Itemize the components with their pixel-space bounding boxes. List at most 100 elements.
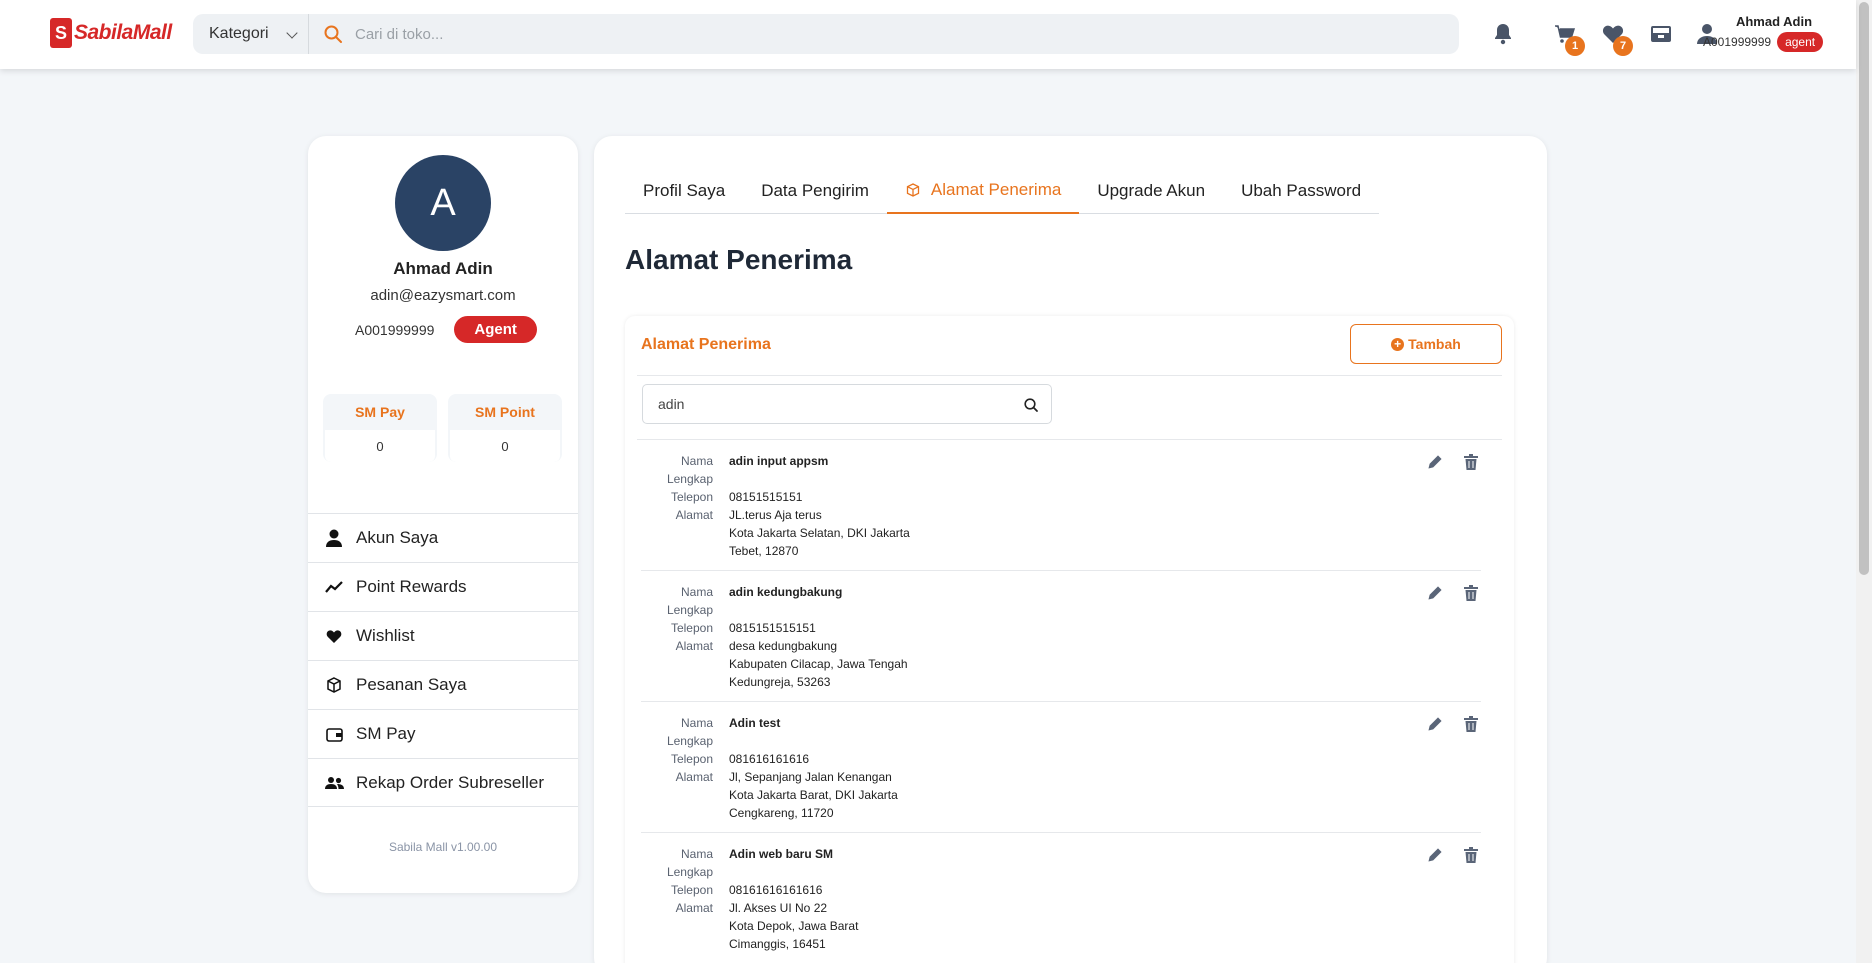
menu-item-akun-saya[interactable]: Akun Saya [308, 513, 578, 562]
search-icon[interactable] [1023, 397, 1039, 413]
global-search-bar: Kategori [193, 14, 1459, 54]
menu-item-wishlist[interactable]: Wishlist [308, 611, 578, 660]
box-icon [906, 183, 920, 197]
profile-role-badge: Agent [454, 316, 537, 343]
delete-trash-icon[interactable] [1461, 583, 1481, 603]
logo-mark: S [50, 18, 72, 48]
menu-item-sm-pay[interactable]: SM Pay [308, 709, 578, 758]
menu-item-label: Pesanan Saya [356, 675, 467, 694]
tab-data-pengirim[interactable]: Data Pengirim [743, 168, 887, 214]
address-line3: Cengkareng, 11720 [729, 806, 834, 820]
user-account-summary[interactable]: Ahmad Adin A001999999 agent [1703, 14, 1825, 52]
address-line1: desa kedungbakung [729, 639, 838, 653]
profile-tabs: Profil Saya Data Pengirim Alamat Penerim… [625, 168, 1380, 214]
tab-upgrade-akun[interactable]: Upgrade Akun [1079, 168, 1223, 214]
wishlist-heart-icon[interactable]: 7 [1599, 20, 1633, 56]
search-icon[interactable] [323, 24, 343, 44]
add-address-label: Tambah [1408, 336, 1461, 352]
recipient-name: adin kedungbakung [729, 585, 843, 599]
address-label: Alamat [675, 770, 713, 784]
cart-count-badge: 1 [1565, 36, 1585, 56]
header-user-name: Ahmad Adin [1735, 14, 1813, 29]
wallet-icon [324, 724, 344, 744]
menu-item-label: SM Pay [356, 724, 416, 743]
page-scrollbar[interactable] [1856, 0, 1872, 963]
address-item: Nama Lengkap adin input appsm Telepon 0815… [641, 440, 1481, 571]
phone-label: Telepon [670, 490, 713, 504]
profile-email: adin@eazysmart.com [370, 287, 516, 304]
app-version: Sabila Mall v1.00.00 [388, 840, 498, 854]
address-line2: Kota Jakarta Barat, DKI Jakarta [729, 788, 898, 802]
menu-item-point-rewards[interactable]: Point Rewards [308, 562, 578, 611]
menu-item-rekap-order-subreseller[interactable]: Rekap Order Subreseller [308, 758, 578, 807]
header-role-badge: agent [1777, 32, 1824, 52]
divider [637, 375, 1502, 376]
address-item: Nama Lengkap Adin test Telepon 08161616161… [641, 702, 1481, 833]
sm-point-card[interactable]: SM Point 0 [448, 394, 562, 462]
global-search-input[interactable] [355, 25, 1255, 43]
address-line3: Tebet, 12870 [729, 544, 799, 558]
address-item: Nama Lengkap adin kedungbakung Telepon 081… [641, 571, 1481, 702]
wishlist-count-badge: 7 [1613, 36, 1633, 56]
address-line2: Kota Jakarta Selatan, DKI Jakarta [729, 526, 910, 540]
address-line1: Jl, Sepanjang Jalan Kenangan [729, 770, 892, 784]
delete-trash-icon[interactable] [1461, 845, 1481, 865]
phone-label: Telepon [670, 752, 713, 766]
phone-label: Telepon [670, 621, 713, 635]
address-label: Alamat [675, 508, 713, 522]
sm-pay-card[interactable]: SM Pay 0 [323, 394, 437, 462]
tab-alamat-penerima[interactable]: Alamat Penerima [886, 168, 1080, 214]
store-box-icon[interactable] [1647, 20, 1675, 48]
page-title: Alamat Penerima [625, 244, 853, 275]
tab-label: Ubah Password [1241, 181, 1362, 200]
edit-pencil-icon[interactable] [1425, 583, 1445, 603]
edit-pencil-icon[interactable] [1425, 845, 1445, 865]
address-label: Alamat [675, 901, 713, 915]
add-address-button[interactable]: + Tambah [1350, 324, 1502, 364]
profile-sidebar: A Ahmad Adin adin@eazysmart.com A0019999… [308, 136, 578, 893]
delete-trash-icon[interactable] [1461, 714, 1481, 734]
recipient-name: Adin web baru SM [729, 847, 834, 861]
tab-label: Upgrade Akun [1097, 181, 1206, 200]
edit-pencil-icon[interactable] [1425, 714, 1445, 734]
sm-point-label: SM Point [475, 404, 535, 420]
sabilamall-logo[interactable]: S SabilaMall [50, 18, 172, 48]
recipient-phone: 0815151515151 [729, 621, 816, 635]
avatar: A [395, 155, 491, 251]
recipient-phone: 08151515151 [729, 490, 803, 504]
tab-label: Profil Saya [643, 181, 726, 200]
edit-pencil-icon[interactable] [1425, 452, 1445, 472]
address-line3: Cimanggis, 16451 [729, 937, 826, 951]
recipient-phone: 081616161616 [729, 752, 810, 766]
menu-item-pesanan-saya[interactable]: Pesanan Saya [308, 660, 578, 709]
account-menu: Akun Saya Point Rewards Wishlist Pesanan… [308, 513, 578, 807]
notification-bell-icon[interactable] [1489, 20, 1517, 48]
name-label: Nama Lengkap [666, 585, 713, 617]
phone-label: Telepon [670, 883, 713, 897]
name-label: Nama Lengkap [666, 454, 713, 486]
tab-label: Data Pengirim [761, 181, 869, 200]
address-search-input[interactable] [658, 396, 1008, 412]
scrollbar-thumb[interactable] [1859, 2, 1869, 575]
sm-pay-value: 0 [325, 430, 435, 462]
kategori-dropdown[interactable]: Kategori [193, 14, 309, 54]
users-icon [324, 773, 344, 793]
header-user-id: A001999999 [1703, 35, 1772, 49]
address-label: Alamat [675, 639, 713, 653]
tab-label: Alamat Penerima [930, 180, 1062, 199]
main-content: Profil Saya Data Pengirim Alamat Penerim… [594, 136, 1547, 963]
recipient-name: Adin test [729, 716, 781, 730]
menu-item-label: Point Rewards [356, 577, 467, 596]
heart-icon [324, 626, 344, 646]
card-title: Alamat Penerima [641, 336, 771, 353]
name-label: Nama Lengkap [666, 847, 713, 879]
cart-icon[interactable]: 1 [1551, 20, 1585, 56]
address-search-field [642, 384, 1052, 424]
tab-ubah-password[interactable]: Ubah Password [1223, 168, 1379, 214]
address-line2: Kota Depok, Jawa Barat [729, 919, 859, 933]
delete-trash-icon[interactable] [1461, 452, 1481, 472]
address-item: Nama Lengkap Adin web baru SM Telepon 0816… [641, 833, 1481, 963]
box-icon [324, 675, 344, 695]
tab-profil-saya[interactable]: Profil Saya [625, 168, 743, 214]
profile-id: A001999999 [355, 321, 435, 338]
